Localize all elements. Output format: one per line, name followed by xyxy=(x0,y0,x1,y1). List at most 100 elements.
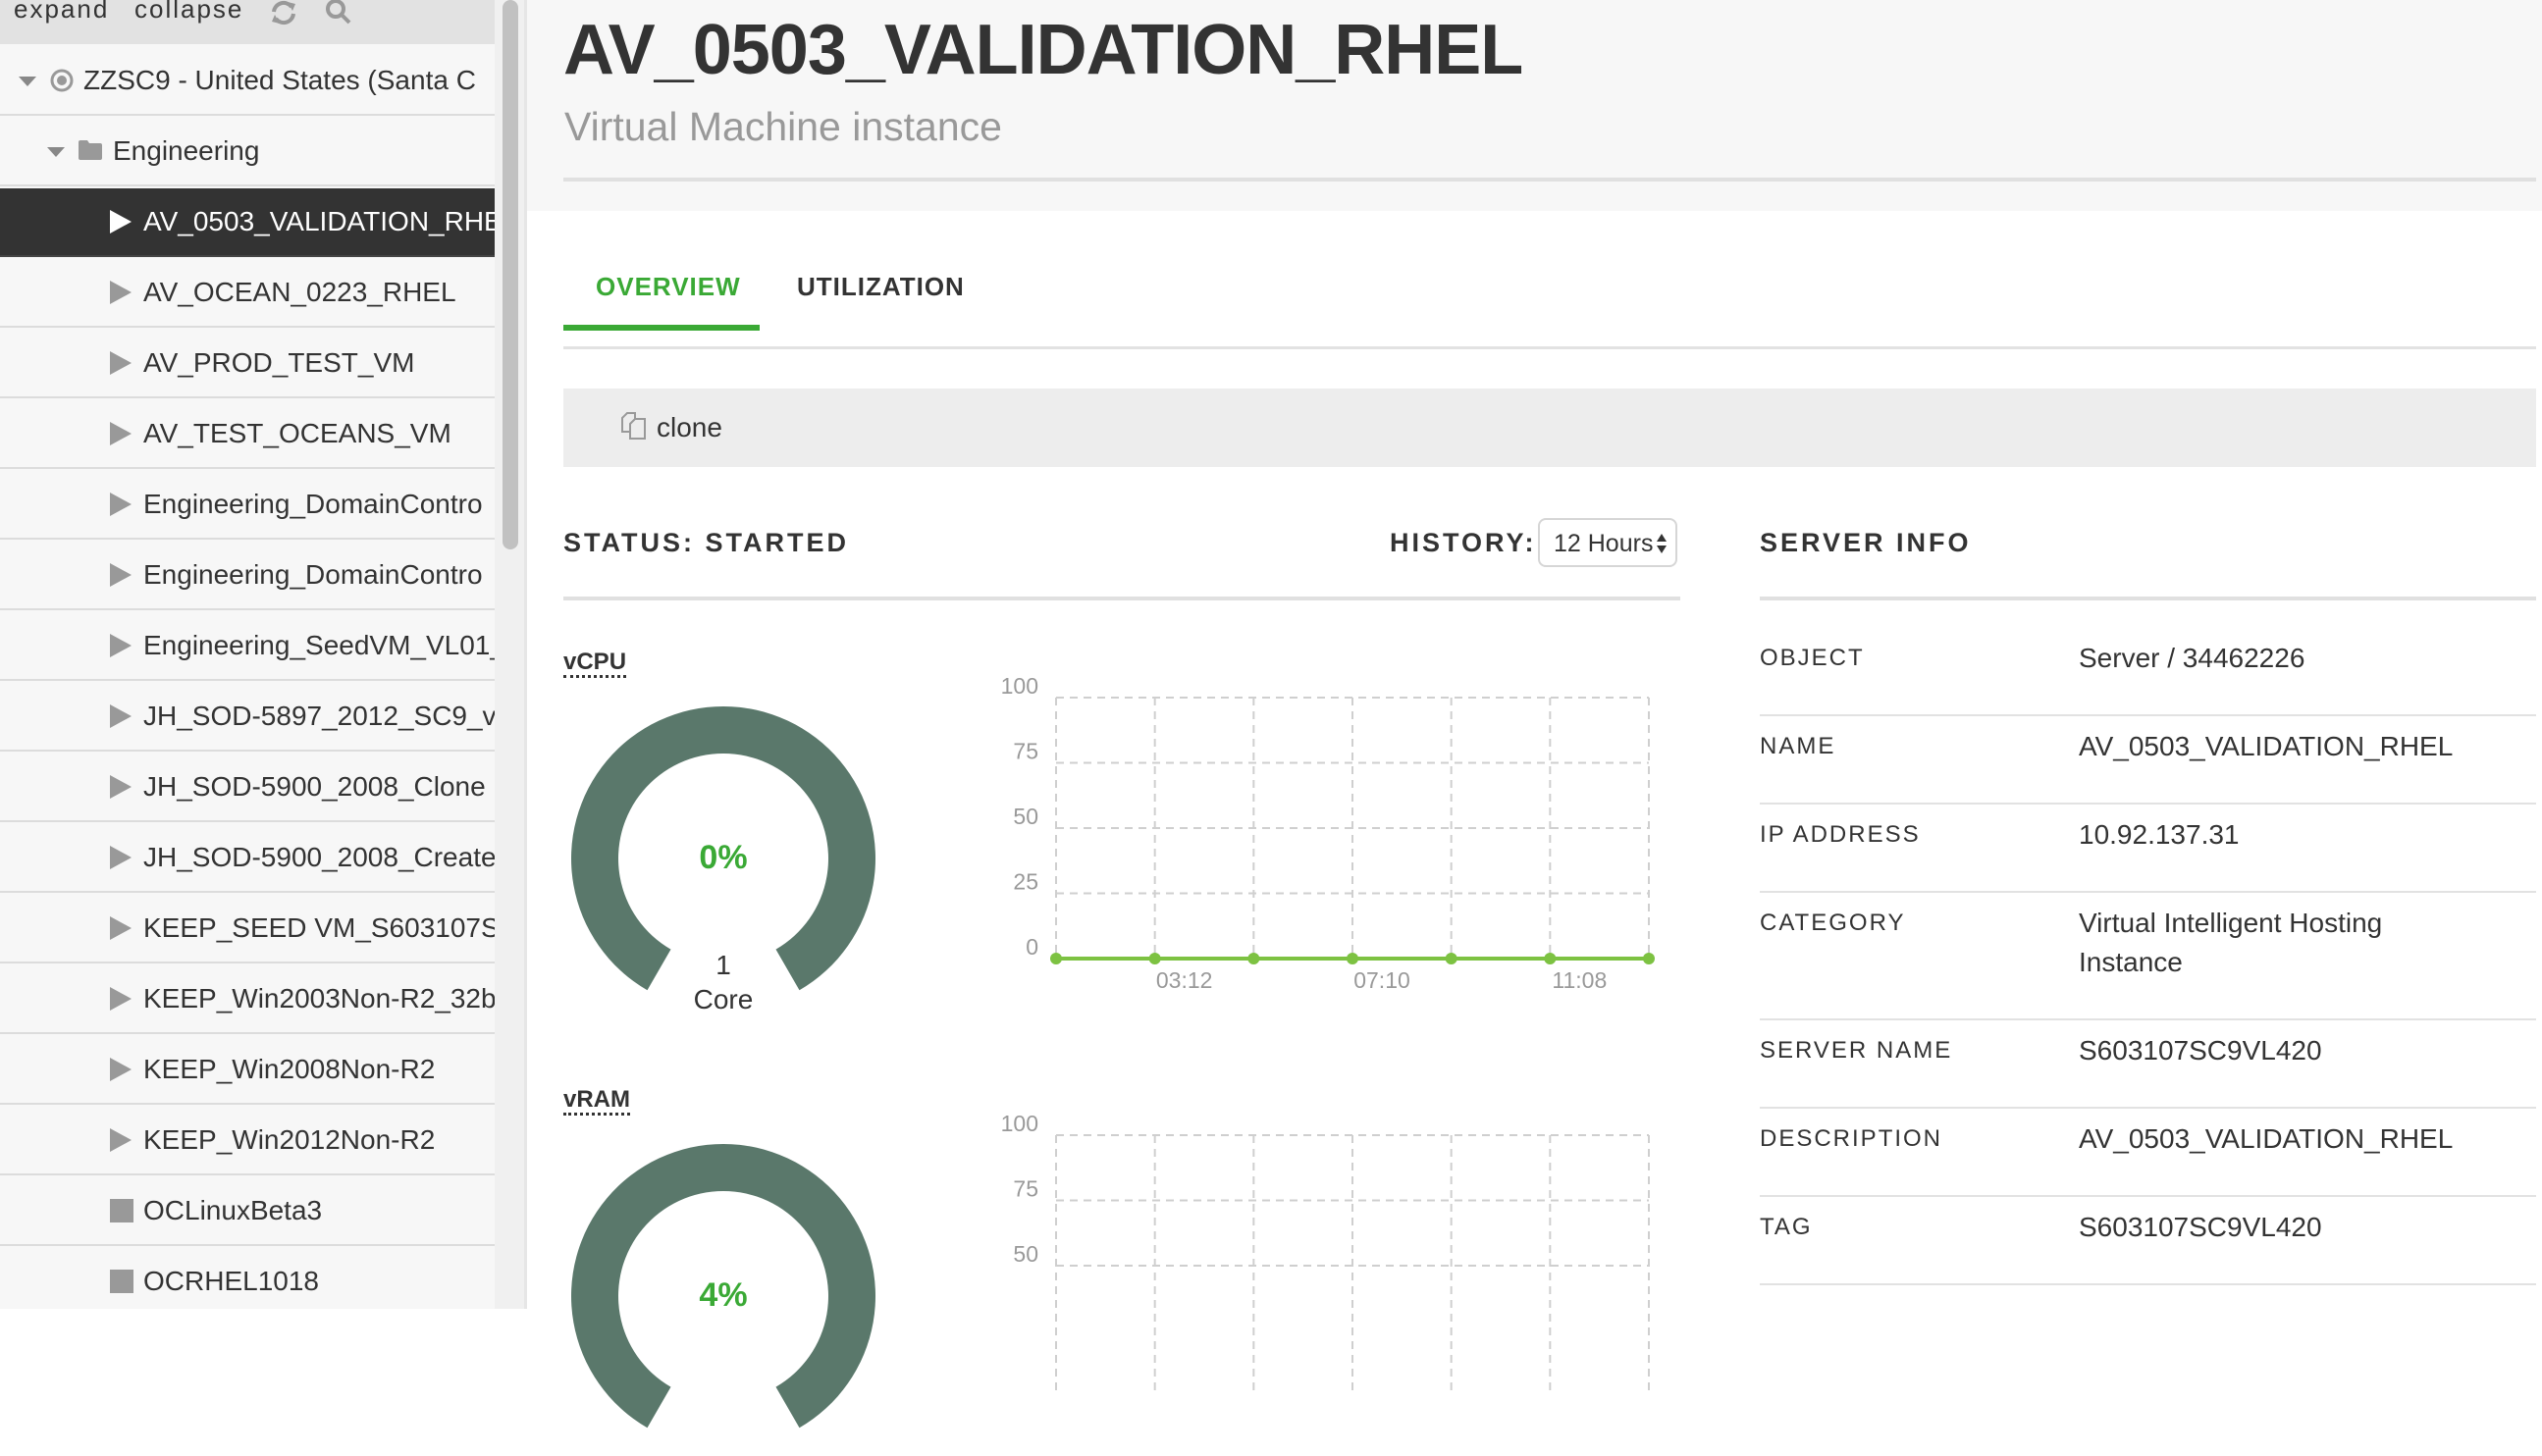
caret-down-icon[interactable] xyxy=(19,77,36,86)
caret-down-icon[interactable] xyxy=(47,147,65,157)
collapse-button[interactable]: collapse xyxy=(134,0,243,25)
vram-label[interactable]: vRAM xyxy=(563,1087,631,1116)
tree-vm-item[interactable]: Engineering_SeedVM_VL01_ xyxy=(0,612,495,681)
select-arrows-icon xyxy=(1656,532,1668,555)
main-content: AV_0503_VALIDATION_RHEL Virtual Machine … xyxy=(527,0,2542,1429)
data-point xyxy=(1247,953,1260,964)
vram-percent: 4% xyxy=(699,1276,748,1314)
server-info-key: SERVER NAME xyxy=(1760,1037,1953,1064)
tab-utilization[interactable]: UTILIZATION xyxy=(797,272,965,302)
tree-item-label: KEEP_Win2008Non-R2 xyxy=(143,1054,436,1084)
server-info-value: AV_0503_VALIDATION_RHEL xyxy=(2079,731,2454,761)
tree-folder[interactable]: Engineering xyxy=(0,118,495,186)
sidebar-scrollbar[interactable] xyxy=(495,0,527,1309)
vram-history-chart: 100 75 50 xyxy=(1001,1111,1650,1396)
status-divider xyxy=(563,597,1680,600)
server-info-row: DESCRIPTION AV_0503_VALIDATION_RHEL xyxy=(1760,1109,2536,1197)
vcpu-core-count: 1 xyxy=(715,950,731,980)
tree-vm-item[interactable]: AV_0503_VALIDATION_RHE xyxy=(0,188,495,257)
server-info-key: IP ADDRESS xyxy=(1760,821,1921,848)
stop-icon xyxy=(110,1199,133,1222)
tree-vm-item[interactable]: AV_PROD_TEST_VM xyxy=(0,330,495,398)
tree-vm-item[interactable]: KEEP_SEED VM_S603107SC xyxy=(0,895,495,963)
y-tick-label: 25 xyxy=(1013,869,1038,895)
tree-item-label: Engineering_DomainContro xyxy=(143,559,483,590)
play-icon xyxy=(110,351,132,375)
active-tab-indicator xyxy=(563,325,760,331)
tree-vm-item[interactable]: JH_SOD-5897_2012_SC9_v1 xyxy=(0,683,495,752)
tree-item-label: KEEP_Win2012Non-R2 xyxy=(143,1124,436,1155)
sidebar-scrollbar-thumb[interactable] xyxy=(503,0,518,549)
play-icon xyxy=(110,634,132,657)
server-info-row: CATEGORY Virtual Intelligent Hosting Inst… xyxy=(1760,893,2536,1020)
vm-status: STATUS: STARTED xyxy=(563,528,849,557)
page-title: AV_0503_VALIDATION_RHEL xyxy=(563,11,1523,89)
tree-datacenter[interactable]: ZZSC9 - United States (Santa C xyxy=(0,47,495,116)
server-info-title: SERVER INFO xyxy=(1760,528,1972,557)
expand-button[interactable]: expand xyxy=(14,0,109,25)
play-icon xyxy=(110,846,132,869)
folder-icon xyxy=(78,139,103,161)
stop-icon xyxy=(110,1270,133,1293)
clone-label: clone xyxy=(657,412,722,442)
tree-item-label: Engineering_SeedVM_VL01_ xyxy=(143,630,495,660)
search-icon[interactable] xyxy=(324,0,353,26)
tree-vm-item[interactable]: OCRHEL1018 xyxy=(0,1248,495,1309)
vcpu-label[interactable]: vCPU xyxy=(563,650,627,678)
tree-vm-item[interactable]: JH_SOD-5900_2008_Clone xyxy=(0,754,495,822)
play-icon xyxy=(110,987,132,1011)
tree-vm-item[interactable]: Engineering_DomainContro xyxy=(0,471,495,540)
tree-item-label: Engineering_DomainContro xyxy=(143,489,483,519)
page-header: AV_0503_VALIDATION_RHEL Virtual Machine … xyxy=(527,0,2542,211)
tree-item-label: JH_SOD-5897_2012_SC9_v1 xyxy=(143,701,495,731)
history-select[interactable]: 12 Hours xyxy=(1538,518,1677,567)
tree-item-label: AV_0503_VALIDATION_RHE xyxy=(143,206,495,236)
action-bar: clone xyxy=(563,389,2536,467)
y-tick-label: 0 xyxy=(1026,934,1038,960)
tree-vm-item[interactable]: KEEP_Win2003Non-R2_32b xyxy=(0,965,495,1034)
server-info-value: 10.92.137.31 xyxy=(2079,819,2240,850)
y-tick-label: 100 xyxy=(1001,673,1038,699)
y-tick-label: 50 xyxy=(1013,1241,1038,1267)
header-divider xyxy=(563,178,2536,182)
tree-item-label: KEEP_SEED VM_S603107SC xyxy=(143,912,495,943)
tree-vm-item[interactable]: AV_TEST_OCEANS_VM xyxy=(0,400,495,469)
tree-toolbar: expand collapse xyxy=(0,0,495,44)
tree-vm-item[interactable]: JH_SOD-5900_2008_Create xyxy=(0,824,495,893)
x-tick-label: 11:08 xyxy=(1552,967,1607,993)
tree-item-label: JH_SOD-5900_2008_Create xyxy=(143,842,495,872)
clone-button[interactable]: clone xyxy=(619,408,722,447)
server-info-value: S603107SC9VL420 xyxy=(2079,1212,2322,1242)
tree-vm-item[interactable]: AV_OCEAN_0223_RHEL xyxy=(0,259,495,328)
tree-vm-item[interactable]: KEEP_Win2008Non-R2 xyxy=(0,1036,495,1105)
data-point xyxy=(1347,953,1358,964)
tree-item-label: AV_TEST_OCEANS_VM xyxy=(143,418,451,448)
tab-overview[interactable]: OVERVIEW xyxy=(596,272,741,302)
refresh-icon[interactable] xyxy=(269,0,298,26)
play-icon xyxy=(110,281,132,304)
tree-item-label: OCRHEL1018 xyxy=(143,1266,319,1296)
tree-vm-item[interactable]: KEEP_Win2012Non-R2 xyxy=(0,1107,495,1175)
vcpu-percent: 0% xyxy=(699,839,748,876)
y-tick-label: 100 xyxy=(1001,1111,1038,1136)
data-point xyxy=(1544,953,1557,964)
tree-vm-item[interactable]: OCLinuxBeta3 xyxy=(0,1177,495,1246)
x-tick-label: 07:10 xyxy=(1353,967,1410,993)
play-icon xyxy=(110,775,132,799)
target-icon xyxy=(49,68,75,93)
play-icon xyxy=(110,1058,132,1081)
server-info-value: AV_0503_VALIDATION_RHEL xyxy=(2079,1123,2454,1154)
play-icon xyxy=(110,422,132,445)
play-icon xyxy=(110,210,132,234)
server-info-divider xyxy=(1760,597,2536,600)
tree-vm-item[interactable]: Engineering_DomainContro xyxy=(0,542,495,610)
resource-tree-sidebar: expand collapse ZZSC9 - United States (S… xyxy=(0,0,495,1309)
server-info-row: TAG S603107SC9VL420 xyxy=(1760,1197,2536,1285)
server-info-key: TAG xyxy=(1760,1214,1813,1240)
server-info-key: CATEGORY xyxy=(1760,910,1906,936)
y-tick-label: 50 xyxy=(1013,804,1038,829)
tabs-divider xyxy=(563,346,2536,349)
tree-item-label: KEEP_Win2003Non-R2_32b xyxy=(143,983,495,1014)
play-icon xyxy=(110,563,132,587)
x-tick-label: 03:12 xyxy=(1156,967,1213,993)
